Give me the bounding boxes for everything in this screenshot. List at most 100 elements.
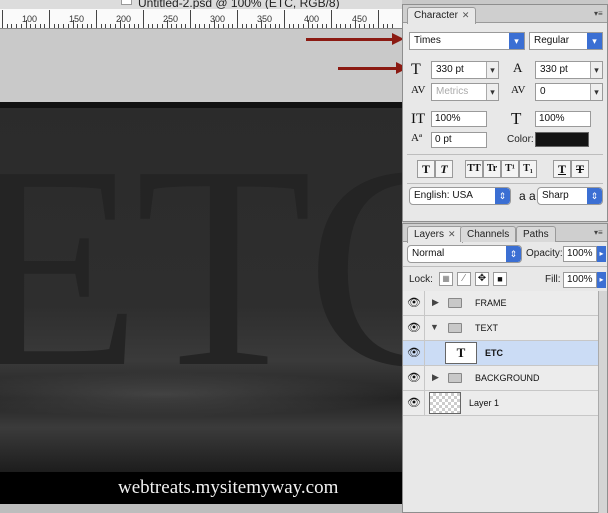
opacity-label: Opacity:: [526, 248, 563, 259]
text-color-swatch[interactable]: [535, 132, 589, 147]
layer-row-background[interactable]: 👁 ▶ BACKGROUND: [403, 366, 599, 391]
ruler-tick: [265, 24, 267, 28]
layers-scrollbar[interactable]: [598, 291, 607, 513]
watermark-text: webtreats.mysitemyway.com: [118, 477, 339, 498]
tab-paths[interactable]: Paths: [516, 226, 556, 242]
layer-row-etc[interactable]: 👁 T ETC: [403, 341, 599, 366]
eye-icon[interactable]: 👁: [406, 321, 422, 335]
font-family-select[interactable]: Times ▾: [409, 32, 525, 50]
expand-triangle-icon[interactable]: ▶: [432, 297, 439, 308]
ruler-tick: [246, 24, 248, 28]
faux-bold-button[interactable]: T: [417, 160, 435, 178]
close-icon[interactable]: ✕: [448, 229, 456, 239]
ruler-label: 250: [163, 14, 179, 24]
chevron-down-icon[interactable]: ▾: [587, 33, 602, 49]
ruler-tick: [180, 24, 182, 28]
lock-brush-icon[interactable]: ∕: [457, 272, 471, 286]
font-size-field[interactable]: 330 pt ▾: [431, 61, 499, 79]
strikethrough-button[interactable]: T: [571, 160, 589, 178]
close-icon[interactable]: ✕: [462, 10, 470, 20]
chevron-updown-icon[interactable]: ⇕: [506, 246, 521, 262]
chevron-down-icon[interactable]: ▾: [486, 84, 498, 100]
ruler-tick: [81, 24, 83, 28]
opacity-field[interactable]: 100%: [563, 246, 597, 262]
eye-icon[interactable]: 👁: [406, 396, 422, 410]
kerning-value: Metrics: [436, 86, 469, 97]
chevron-down-icon[interactable]: ▾: [509, 33, 524, 49]
document-status-strip: [0, 504, 402, 513]
font-style-value: Regular: [534, 35, 570, 46]
chevron-down-icon[interactable]: ▾: [590, 62, 602, 78]
ruler-tick: [251, 24, 253, 28]
chevron-updown-icon[interactable]: ⇕: [587, 188, 602, 204]
document-close-box[interactable]: [121, 0, 132, 5]
ruler-tick: [288, 24, 290, 28]
ruler-tick: [359, 24, 361, 28]
ruler-tick: [345, 24, 347, 28]
underline-button[interactable]: T: [553, 160, 571, 178]
lock-all-icon[interactable]: ■: [493, 272, 507, 286]
opacity-slider-arrow-icon[interactable]: ▸: [597, 246, 606, 262]
baseline-shift-field[interactable]: 0 pt: [431, 132, 487, 148]
chevron-down-icon[interactable]: ▾: [590, 84, 602, 100]
eye-icon[interactable]: 👁: [406, 346, 422, 360]
tab-character[interactable]: Character ✕: [407, 7, 477, 24]
tab-character-label: Character: [414, 10, 458, 21]
ruler-tick: [387, 24, 389, 28]
lock-move-icon[interactable]: ✥: [475, 272, 489, 286]
ruler-tick: [190, 10, 191, 28]
small-caps-button[interactable]: Tr: [483, 160, 501, 178]
horizontal-ruler[interactable]: 100 150 200 250 300 350 400 450: [0, 9, 402, 29]
eye-icon[interactable]: 👁: [406, 296, 422, 310]
horizontal-scale-field[interactable]: 100%: [535, 111, 591, 127]
annotation-arrow-size: [338, 62, 408, 74]
tab-channels[interactable]: Channels: [460, 226, 517, 242]
tab-layers[interactable]: Layers ✕: [407, 226, 463, 243]
layer-row-layer1[interactable]: 👁 Layer 1: [403, 391, 599, 416]
layers-tab-bar: Layers ✕ Channels Paths ▾≡: [403, 224, 607, 243]
chevron-updown-icon[interactable]: ⇕: [495, 188, 510, 204]
panel-menu-icon[interactable]: ▾≡: [594, 228, 604, 237]
layer-row-frame[interactable]: 👁 ▶ FRAME: [403, 291, 599, 316]
leading-field[interactable]: 330 pt ▾: [535, 61, 603, 79]
language-select[interactable]: English: USA ⇕: [409, 187, 511, 205]
ruler-tick: [302, 24, 304, 28]
ruler-label: 200: [116, 14, 132, 24]
blend-mode-select[interactable]: Normal ⇕: [407, 245, 522, 263]
kerning-field[interactable]: Metrics ▾: [431, 83, 499, 101]
vertical-scale-field[interactable]: 100%: [431, 111, 487, 127]
tracking-field[interactable]: 0 ▾: [535, 83, 603, 101]
chevron-down-icon[interactable]: ▾: [486, 62, 498, 78]
antialias-select[interactable]: Sharp ⇕: [537, 187, 603, 205]
tab-channels-label: Channels: [467, 229, 510, 240]
document-title: Untitled-2.psd @ 100% (ETC, RGB/8): [138, 0, 340, 9]
expand-triangle-icon[interactable]: ▶: [432, 372, 439, 383]
ruler-tick: [119, 20, 121, 28]
ruler-tick: [312, 24, 314, 28]
folder-icon: [448, 298, 462, 308]
layer-name: TEXT: [475, 323, 499, 333]
document-canvas[interactable]: ETC: [0, 102, 402, 472]
kerning-icon: AV: [411, 84, 426, 96]
ruler-tick: [218, 24, 220, 28]
ruler-tick: [279, 24, 281, 28]
ruler-tick: [143, 10, 144, 28]
ruler-tick: [208, 24, 210, 28]
layer-row-text[interactable]: 👁 ▼ TEXT: [403, 316, 599, 341]
ruler-tick: [185, 24, 187, 28]
all-caps-button[interactable]: TT: [465, 160, 483, 178]
panel-menu-icon[interactable]: ▾≡: [594, 9, 604, 18]
ruler-tick: [157, 24, 159, 28]
lock-transparency-icon[interactable]: ▦: [439, 272, 453, 286]
eye-icon[interactable]: 👁: [406, 371, 422, 385]
collapse-triangle-icon[interactable]: ▼: [430, 322, 439, 332]
faux-italic-button[interactable]: T: [435, 160, 453, 178]
superscript-button[interactable]: T¹: [501, 160, 519, 178]
subscript-button[interactable]: T₁: [519, 160, 537, 178]
font-style-select[interactable]: Regular ▾: [529, 32, 603, 50]
fill-field[interactable]: 100%: [563, 272, 597, 288]
color-label: Color:: [507, 134, 534, 145]
ruler-tick: [20, 24, 22, 28]
fill-slider-arrow-icon[interactable]: ▸: [597, 272, 606, 288]
ruler-tick: [232, 24, 234, 28]
